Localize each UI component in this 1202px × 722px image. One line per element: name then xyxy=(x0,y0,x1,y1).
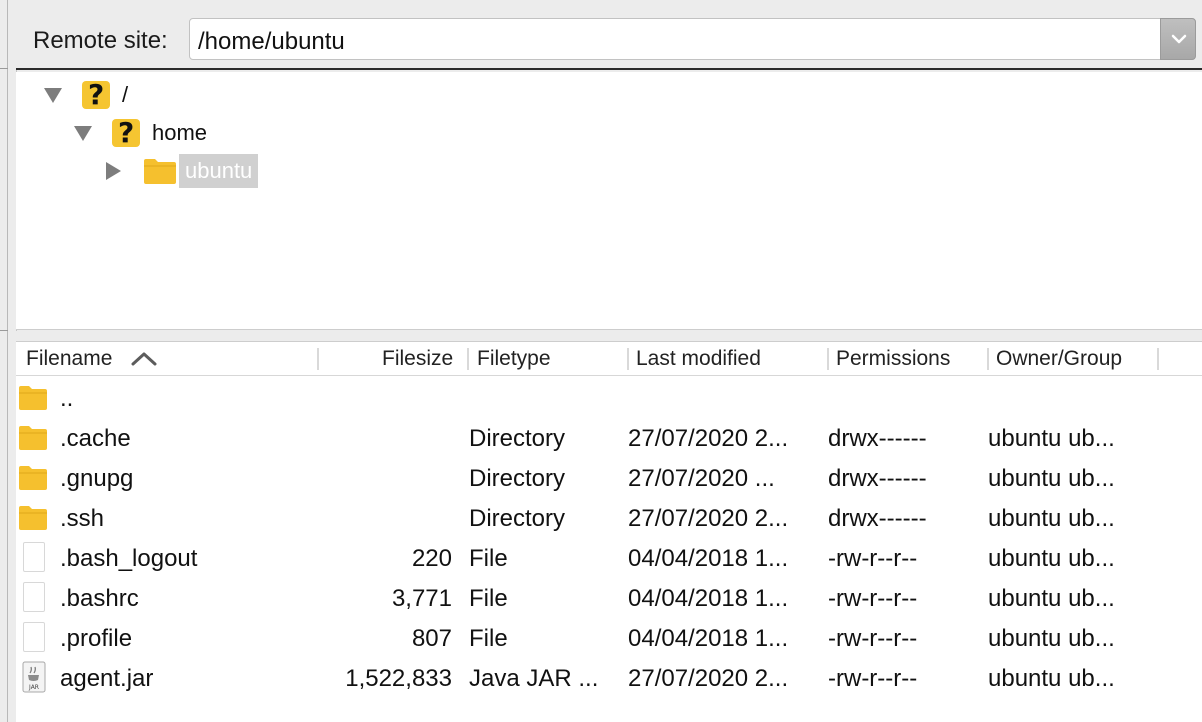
divider-tick xyxy=(0,330,8,331)
adjacent-pane-edge xyxy=(0,0,10,722)
folder-icon xyxy=(19,466,47,490)
file-row[interactable]: .bashrc 3,771 File 04/04/2018 1... -rw-r… xyxy=(16,578,1202,618)
file-row-parent[interactable]: .. xyxy=(16,378,1202,418)
folder-icon xyxy=(144,159,176,184)
remote-site-path-input[interactable]: /home/ubuntu xyxy=(198,28,345,56)
file-modified: 27/07/2020 2... xyxy=(628,425,789,452)
tree-item-root[interactable]: ? / xyxy=(44,76,128,114)
file-row[interactable]: .bash_logout 220 File 04/04/2018 1... -r… xyxy=(16,538,1202,578)
file-size: 220 xyxy=(411,545,452,572)
file-row[interactable]: JAR agent.jar 1,522,833 Java JAR ... 27/… xyxy=(16,658,1202,698)
file-owner: ubuntu ub... xyxy=(988,665,1115,692)
tree-item-home[interactable]: ? home xyxy=(74,114,207,152)
remote-site-label: Remote site: xyxy=(33,27,168,54)
divider-tick xyxy=(0,68,8,69)
column-divider[interactable] xyxy=(987,348,989,370)
file-type: Directory xyxy=(469,425,566,452)
remote-site-combobox[interactable]: /home/ubuntu xyxy=(189,18,1196,60)
file-owner: ubuntu ub... xyxy=(988,465,1115,492)
file-row[interactable]: .gnupg Directory 27/07/2020 ... drwx----… xyxy=(16,458,1202,498)
svg-text:JAR: JAR xyxy=(28,684,39,691)
file-size: 807 xyxy=(411,625,452,652)
remote-directory-tree: ? / ? home ubuntu xyxy=(16,72,1202,330)
file-owner: ubuntu ub... xyxy=(988,425,1115,452)
question-icon: ? xyxy=(112,116,140,149)
file-name: agent.jar xyxy=(60,665,154,692)
column-header-filetype[interactable]: Filetype xyxy=(477,347,551,371)
expand-arrow-icon[interactable] xyxy=(44,87,62,103)
file-size: 1,522,833 xyxy=(345,665,452,692)
file-name: .gnupg xyxy=(60,465,134,492)
file-row[interactable]: .profile 807 File 04/04/2018 1... -rw-r-… xyxy=(16,618,1202,658)
tree-item-label: / xyxy=(122,82,129,107)
collapse-arrow-icon[interactable] xyxy=(106,162,121,180)
file-type: File xyxy=(469,625,508,652)
file-modified: 27/07/2020 2... xyxy=(628,505,789,532)
file-name: .bashrc xyxy=(60,585,139,612)
file-modified: 27/07/2020 2... xyxy=(628,665,789,692)
column-header-filesize[interactable]: Filesize xyxy=(382,347,453,371)
sort-ascending-icon xyxy=(131,352,157,366)
file-icon xyxy=(23,622,45,652)
file-permissions: -rw-r--r-- xyxy=(828,665,918,692)
folder-icon xyxy=(19,506,47,530)
file-row[interactable]: .ssh Directory 27/07/2020 2... drwx-----… xyxy=(16,498,1202,538)
file-type: Java JAR ... xyxy=(469,665,599,692)
file-row[interactable]: .cache Directory 27/07/2020 2... drwx---… xyxy=(16,418,1202,458)
file-icon xyxy=(23,582,45,612)
tree-item-label: home xyxy=(152,120,208,145)
column-divider[interactable] xyxy=(827,348,829,370)
file-modified: 04/04/2018 1... xyxy=(628,625,789,652)
column-header-last-modified[interactable]: Last modified xyxy=(636,347,761,371)
column-divider[interactable] xyxy=(627,348,629,370)
tree-item-ubuntu[interactable]: ubuntu xyxy=(106,152,259,190)
file-modified: 27/07/2020 ... xyxy=(628,465,775,492)
jar-file-icon: JAR xyxy=(22,661,46,693)
column-divider[interactable] xyxy=(317,348,319,370)
question-icon: ? xyxy=(82,78,110,111)
file-type: File xyxy=(469,545,508,572)
remote-site-bar: Remote site: /home/ubuntu xyxy=(16,0,1202,70)
remote-file-list: Filename Filesize Filetype Last modified… xyxy=(16,342,1202,722)
column-divider[interactable] xyxy=(1157,348,1159,370)
file-permissions: -rw-r--r-- xyxy=(828,585,918,612)
file-permissions: drwx------ xyxy=(828,505,927,532)
file-name: .cache xyxy=(60,425,131,452)
file-owner: ubuntu ub... xyxy=(988,505,1115,532)
file-permissions: -rw-r--r-- xyxy=(828,625,918,652)
folder-icon xyxy=(19,386,47,410)
column-header-permissions[interactable]: Permissions xyxy=(836,347,950,371)
column-header-owner-group[interactable]: Owner/Group xyxy=(996,347,1122,371)
chevron-down-icon xyxy=(1171,34,1187,44)
folder-icon xyxy=(19,426,47,450)
file-name: .bash_logout xyxy=(60,545,198,572)
file-permissions: -rw-r--r-- xyxy=(828,545,918,572)
pane-splitter[interactable] xyxy=(16,331,1202,342)
file-permissions: drwx------ xyxy=(828,425,927,452)
pane-divider[interactable] xyxy=(7,0,8,722)
tree-item-label: ubuntu xyxy=(179,154,259,188)
file-permissions: drwx------ xyxy=(828,465,927,492)
file-type: Directory xyxy=(469,505,566,532)
column-divider[interactable] xyxy=(467,348,469,370)
expand-arrow-icon[interactable] xyxy=(74,125,92,141)
file-type: Directory xyxy=(469,465,566,492)
remote-site-dropdown-button[interactable] xyxy=(1160,18,1196,60)
file-owner: ubuntu ub... xyxy=(988,545,1115,572)
file-icon xyxy=(23,542,45,572)
file-size: 3,771 xyxy=(391,585,452,612)
file-name: .profile xyxy=(60,625,133,652)
file-type: File xyxy=(469,585,508,612)
file-modified: 04/04/2018 1... xyxy=(628,585,789,612)
file-modified: 04/04/2018 1... xyxy=(628,545,789,572)
file-owner: ubuntu ub... xyxy=(988,585,1115,612)
file-name: .. xyxy=(60,385,74,412)
file-list-header: Filename Filesize Filetype Last modified… xyxy=(16,342,1202,376)
file-owner: ubuntu ub... xyxy=(988,625,1115,652)
file-name: .ssh xyxy=(60,505,105,532)
column-header-filename[interactable]: Filename xyxy=(26,347,112,371)
